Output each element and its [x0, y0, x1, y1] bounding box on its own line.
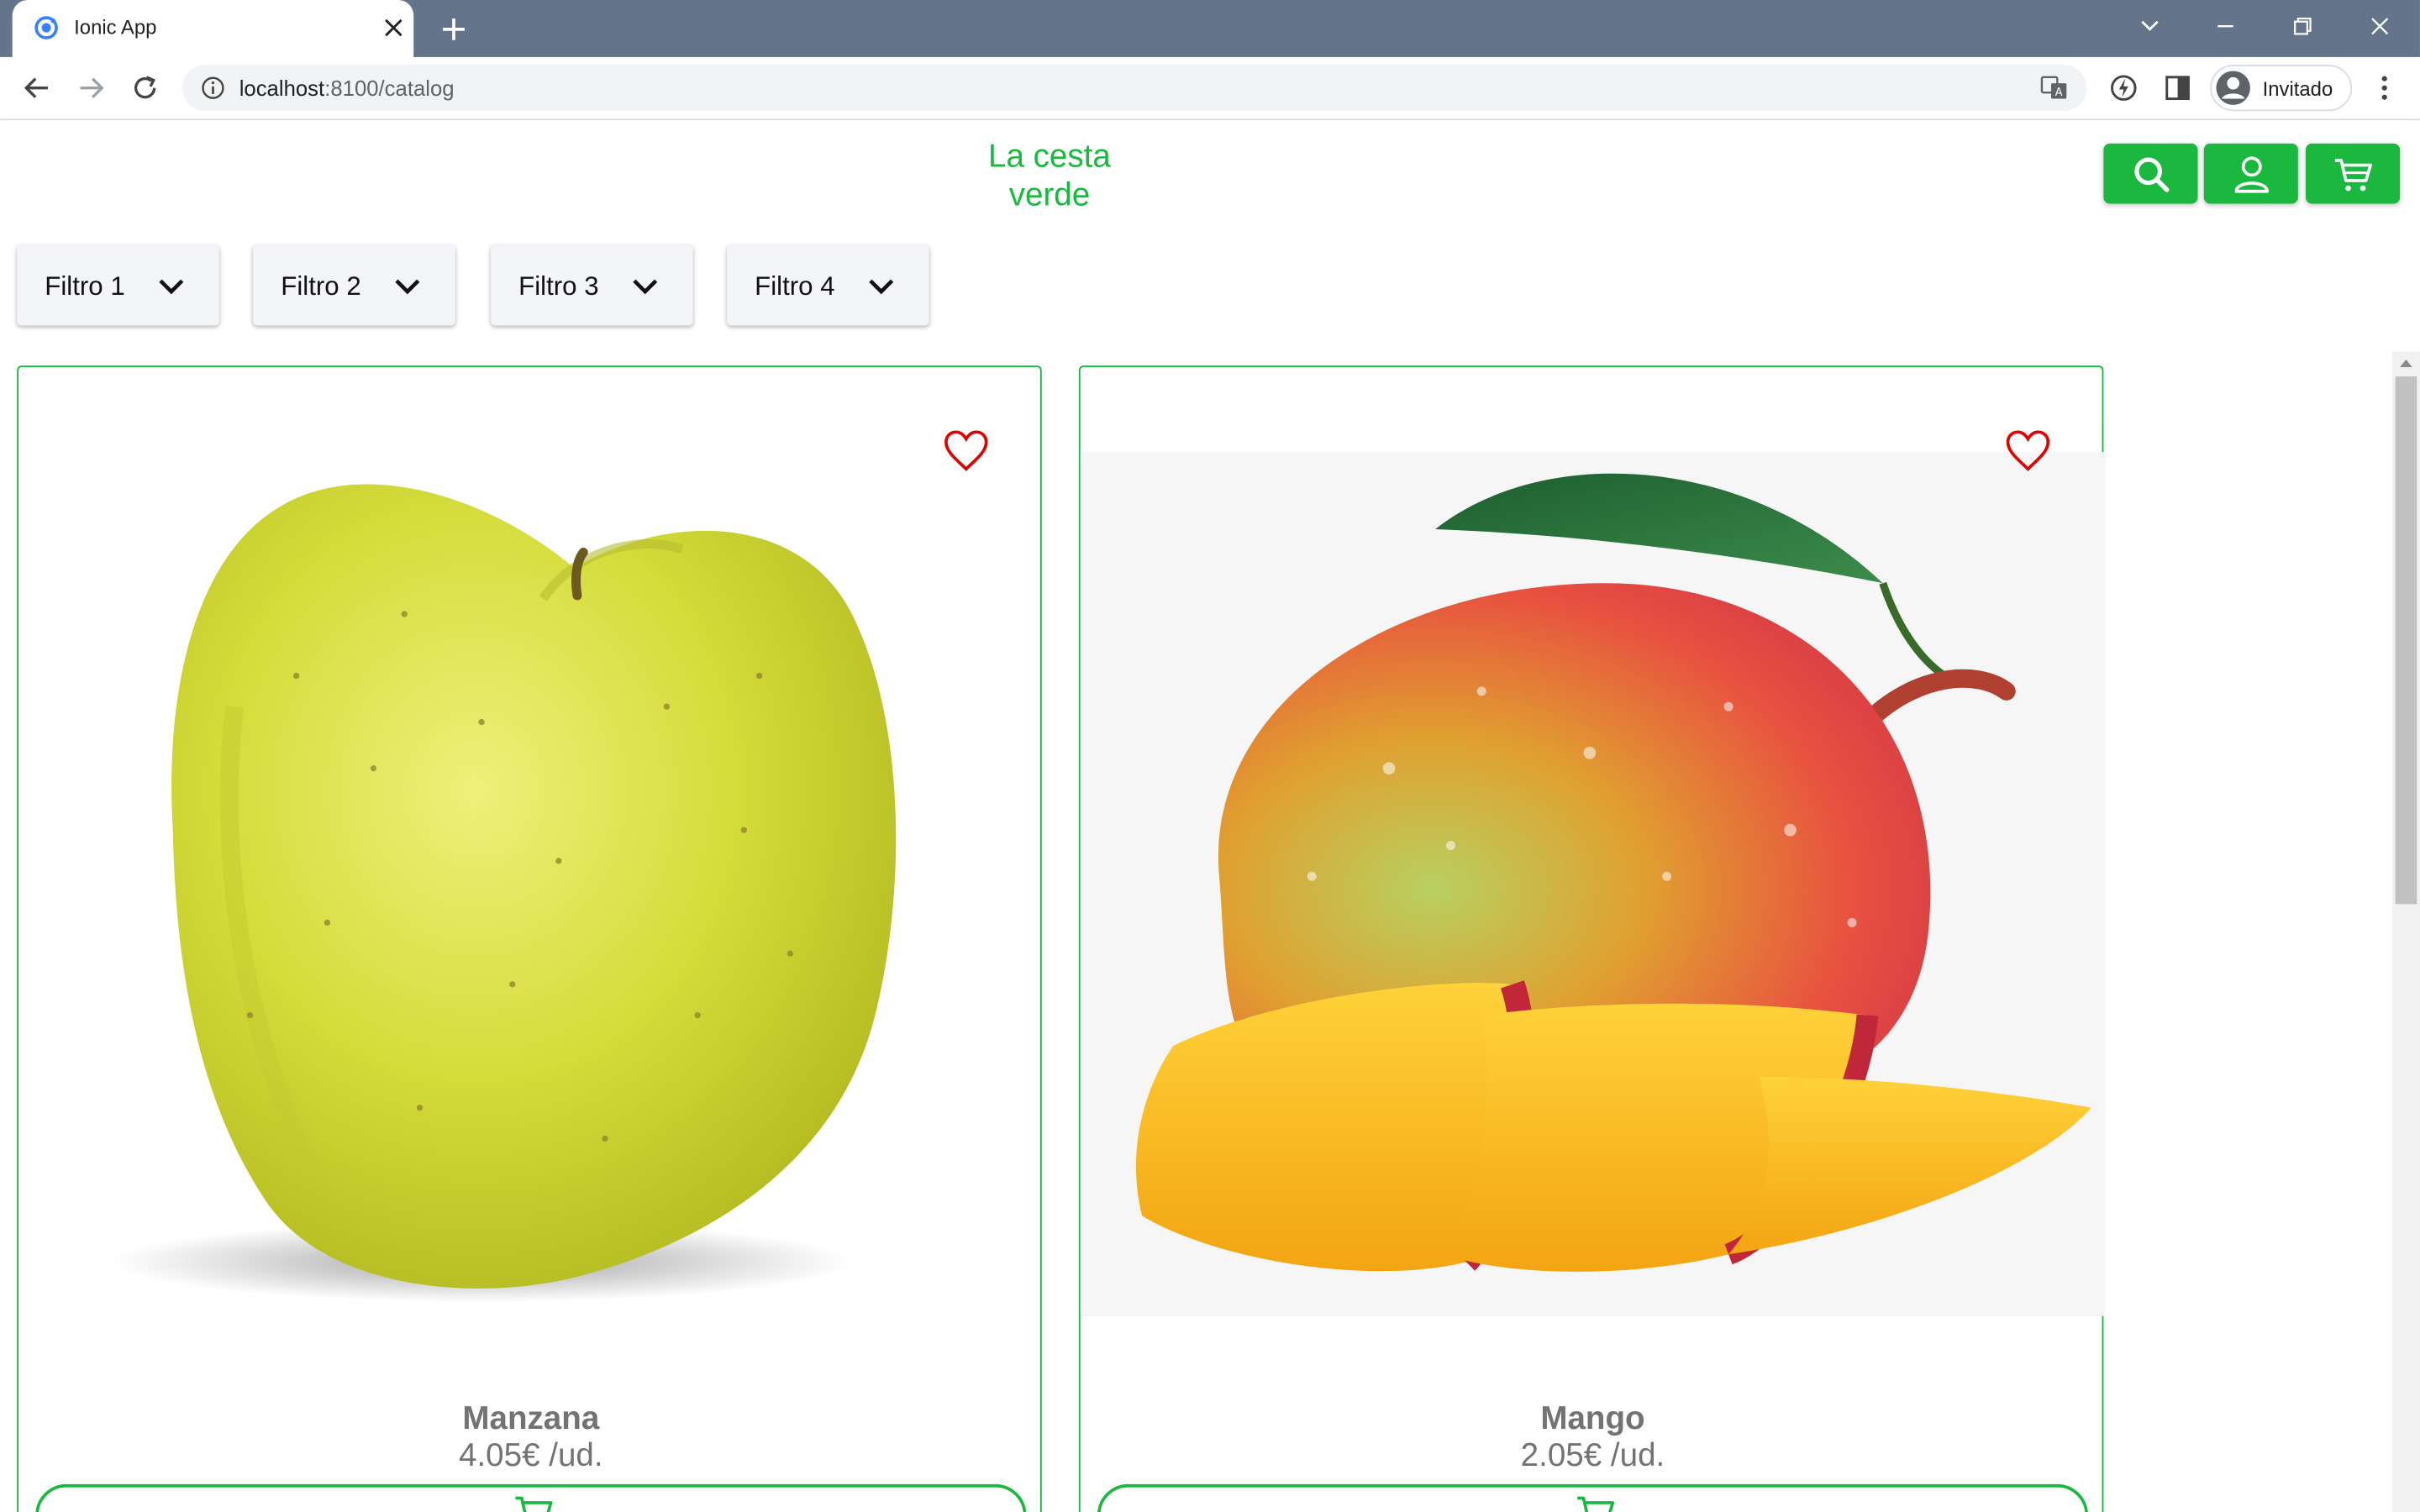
tab-close-icon[interactable] — [380, 14, 408, 42]
browser-window: Ionic App localhost:8100/catalog A Invit… — [0, 0, 2420, 1512]
filter-dropdown-2[interactable]: Filtro 2 — [253, 245, 455, 326]
add-to-cart-button[interactable] — [35, 1483, 1027, 1512]
minimize-icon[interactable] — [2195, 6, 2256, 46]
scroll-up-arrow-icon[interactable] — [2392, 352, 2420, 376]
product-name: Manzana — [462, 1400, 600, 1436]
ionic-favicon-icon — [34, 16, 58, 39]
search-icon — [2133, 156, 2169, 192]
url-path: :8100/catalog — [324, 75, 455, 101]
tab-strip: Ionic App — [0, 0, 2420, 57]
brand-title: La cesta verde — [957, 137, 1142, 214]
heart-icon[interactable] — [2003, 426, 2053, 475]
app-header: La cesta verde Filtro 1 Filtro 2 Filtro … — [0, 120, 2420, 352]
apple-image — [111, 484, 897, 1303]
new-tab-icon[interactable] — [435, 11, 472, 48]
mango-image — [1080, 452, 2106, 1316]
filter-label: Filtro 4 — [755, 271, 835, 302]
tab-title: Ionic App — [74, 15, 157, 39]
chevron-down-icon — [395, 279, 420, 295]
chevron-down-icon — [869, 279, 894, 295]
tab-search-chevron-icon[interactable] — [2119, 6, 2181, 46]
account-button[interactable] — [2203, 143, 2298, 204]
url-host: localhost — [239, 75, 325, 101]
chevron-down-icon — [633, 279, 658, 295]
add-to-cart-button[interactable] — [1097, 1483, 2089, 1512]
heart-icon[interactable] — [941, 426, 991, 475]
user-icon — [2233, 155, 2269, 192]
translate-icon[interactable]: A — [2040, 74, 2068, 102]
product-card-manzana[interactable]: Manzana 4.05€ /ud. — [17, 365, 1042, 1512]
product-price: 4.05€ /ud. — [459, 1437, 603, 1474]
filter-label: Filtro 3 — [518, 271, 599, 302]
svg-text:A: A — [2055, 87, 2063, 99]
chevron-down-icon — [159, 279, 184, 295]
cart-icon — [1577, 1496, 1615, 1512]
browser-tab[interactable]: Ionic App — [12, 0, 414, 57]
close-window-icon[interactable] — [2349, 6, 2410, 46]
restore-icon[interactable] — [2272, 6, 2333, 46]
filter-label: Filtro 2 — [281, 271, 361, 302]
catalog-content: Manzana 4.05€ /ud. Mango 2.05€ /ud. — [0, 351, 2392, 1512]
page-scrollbar[interactable] — [2391, 351, 2420, 1512]
side-panel-icon[interactable] — [2160, 71, 2194, 104]
filter-label: Filtro 1 — [45, 271, 125, 302]
brand-line-1: La cesta — [988, 139, 1111, 175]
cart-button[interactable] — [2306, 143, 2401, 204]
address-bar[interactable]: localhost:8100/catalog A — [182, 65, 2087, 112]
back-icon[interactable] — [17, 68, 57, 108]
url-text: localhost:8100/catalog — [239, 76, 455, 100]
site-info-icon[interactable] — [201, 76, 225, 100]
cart-icon — [515, 1496, 553, 1512]
brand-line-2: verde — [1008, 177, 1091, 213]
profile-name: Invitado — [2262, 76, 2333, 101]
filter-dropdown-3[interactable]: Filtro 3 — [491, 245, 693, 326]
cart-icon — [2334, 158, 2372, 191]
browser-menu-icon[interactable] — [2369, 71, 2400, 104]
product-card-mango[interactable]: Mango 2.05€ /ud. — [1078, 365, 2106, 1512]
performance-icon[interactable] — [2107, 71, 2140, 104]
profile-button[interactable]: Invitado — [2210, 65, 2353, 112]
filter-dropdown-1[interactable]: Filtro 1 — [17, 245, 219, 326]
forward-icon[interactable] — [71, 68, 111, 108]
profile-avatar-icon — [2216, 71, 2250, 105]
product-price: 2.05€ /ud. — [1520, 1437, 1665, 1474]
product-name: Mango — [1540, 1400, 1645, 1436]
scroll-thumb[interactable] — [2395, 376, 2417, 905]
search-button[interactable] — [2103, 143, 2198, 204]
browser-toolbar: localhost:8100/catalog A Invitado — [0, 56, 2420, 121]
filter-dropdown-4[interactable]: Filtro 4 — [727, 245, 929, 326]
reload-icon[interactable] — [125, 68, 166, 108]
